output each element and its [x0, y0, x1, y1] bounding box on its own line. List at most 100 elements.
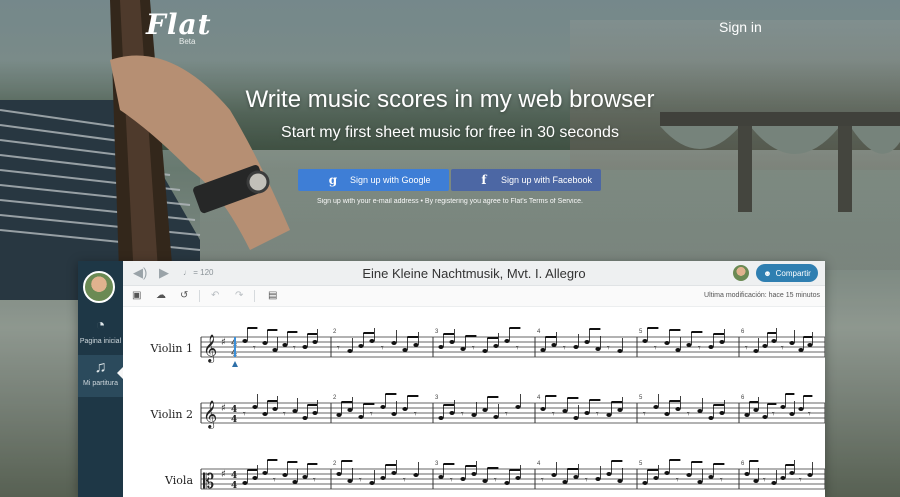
- hero-subline: Start my first sheet music for free in 3…: [281, 124, 619, 141]
- note-head: [493, 415, 499, 419]
- note-head: [789, 412, 795, 416]
- rest-icon: 𝄾: [337, 343, 340, 354]
- rest-icon: 𝄾: [253, 343, 256, 354]
- note-head: [302, 345, 308, 349]
- sidebar-item-label: Pagina inicial: [79, 338, 122, 345]
- note-head: [515, 405, 521, 409]
- note-head: [551, 343, 557, 347]
- note-head: [753, 408, 759, 412]
- note-head: [719, 411, 725, 415]
- collaborator-avatar[interactable]: [733, 265, 749, 281]
- note-head: [708, 475, 714, 479]
- key-signature: ♯: [221, 337, 226, 348]
- note-head: [242, 481, 248, 485]
- note-head: [798, 348, 804, 352]
- note-head: [653, 405, 659, 409]
- logo-wordmark: Flat: [146, 8, 212, 41]
- note-head: [807, 473, 813, 477]
- rest-icon: 𝄾: [450, 475, 453, 486]
- beta-tag: Beta: [179, 37, 196, 46]
- score-staves: 𝄞♯4423456𝄾𝄾𝄾𝄾𝄾𝄾𝄾𝄾𝄾𝄾𝄾𝄾𝄞♯4423456𝄾𝄾𝄾𝄾𝄾𝄾𝄾𝄾𝄾𝄾…: [200, 327, 825, 493]
- rest-icon: 𝄾: [414, 409, 417, 420]
- note-head: [302, 416, 308, 420]
- terms-text[interactable]: Sign up with your e-mail address • By re…: [0, 198, 900, 205]
- rest-icon: 𝄾: [461, 409, 464, 420]
- note-head: [573, 416, 579, 420]
- rest-icon: 𝄾: [781, 343, 784, 354]
- save-icon[interactable]: ▣: [132, 290, 141, 301]
- note-head: [282, 343, 288, 347]
- rest-icon: 𝄾: [563, 343, 566, 354]
- note-head: [358, 415, 364, 419]
- key-signature: ♯: [221, 403, 226, 414]
- note-head: [515, 476, 521, 480]
- note-head: [262, 412, 268, 416]
- redo-icon[interactable]: ↷: [235, 290, 243, 301]
- note-head: [504, 481, 510, 485]
- share-button[interactable]: ☻ Compartir: [756, 264, 818, 282]
- note-head: [744, 472, 750, 476]
- note-head: [540, 407, 546, 411]
- rest-icon: 𝄾: [676, 475, 679, 486]
- note-head: [369, 481, 375, 485]
- rest-icon: 𝄾: [643, 409, 646, 420]
- measure-number: 5: [639, 461, 643, 467]
- note-head: [573, 345, 579, 349]
- note-head: [504, 339, 510, 343]
- note-head: [606, 472, 612, 476]
- rest-icon: 𝄾: [541, 475, 544, 486]
- user-avatar[interactable]: [83, 271, 115, 303]
- editor-topbar: ◀) ▶ ♩ = 120 Eine Kleine Nachtmusik, Mvt…: [123, 261, 825, 286]
- note-head: [242, 339, 248, 343]
- music-note-icon: ♫: [94, 359, 107, 376]
- note-head: [262, 471, 268, 475]
- rest-icon: 𝄾: [763, 475, 766, 486]
- note-head: [789, 341, 795, 345]
- rest-icon: 𝄾: [243, 409, 246, 420]
- score-title[interactable]: Eine Kleine Nachtmusik, Mvt. I. Allegro: [123, 266, 825, 281]
- note-head: [595, 477, 601, 481]
- measure-number: 6: [741, 461, 745, 467]
- history-icon[interactable]: ↺: [180, 290, 188, 301]
- measure-number: 2: [333, 395, 337, 401]
- rest-icon: 𝄾: [381, 343, 384, 354]
- note-head: [708, 345, 714, 349]
- note-head: [347, 408, 353, 412]
- rest-icon: 𝄾: [799, 475, 802, 486]
- measure-number: 2: [333, 329, 337, 335]
- note-head: [482, 479, 488, 483]
- clef-icon: 𝄡: [203, 469, 214, 493]
- note-head: [493, 344, 499, 348]
- note-head: [358, 344, 364, 348]
- note-head: [438, 416, 444, 420]
- sidebar-item-my-score[interactable]: ♫ Mi partitura: [78, 355, 123, 397]
- sign-in-link[interactable]: Sign in: [719, 19, 762, 35]
- editor-toolbar: ▣ ☁ ↺ ↶ ↷ ▤ Ultima modificación: hace 15…: [123, 286, 825, 307]
- score-canvas[interactable]: Violin 1 Violin 2 Viola 𝄞♯4423456𝄾𝄾𝄾𝄾𝄾𝄾𝄾…: [123, 307, 825, 497]
- document-icon[interactable]: ▤: [268, 290, 277, 301]
- editor-preview: ◔ Pagina inicial ♫ Mi partitura ◀) ▶ ♩ =…: [78, 261, 825, 497]
- undo-icon[interactable]: ↶: [211, 290, 219, 301]
- note-head: [617, 479, 623, 483]
- sidebar-item-home[interactable]: ◔ Pagina inicial: [78, 317, 123, 345]
- flat-logo[interactable]: Flat Beta: [146, 8, 212, 47]
- note-head: [606, 413, 612, 417]
- note-head: [664, 341, 670, 345]
- note-head: [312, 411, 318, 415]
- note-head: [762, 415, 768, 419]
- google-signup-button[interactable]: g Sign up with Google: [298, 169, 449, 191]
- note-head: [438, 475, 444, 479]
- note-head: [562, 409, 568, 413]
- rest-icon: 𝄾: [745, 343, 748, 354]
- note-head: [391, 471, 397, 475]
- note-head: [252, 476, 258, 480]
- note-head: [719, 340, 725, 344]
- sidebar-item-label: Mi partitura: [82, 380, 118, 387]
- note-head: [312, 340, 318, 344]
- note-head: [686, 343, 692, 347]
- cloud-download-icon[interactable]: ☁: [156, 290, 166, 301]
- note-head: [798, 407, 804, 411]
- note-head: [336, 413, 342, 417]
- facebook-signup-button[interactable]: f Sign up with Facebook: [451, 169, 601, 191]
- note-head: [402, 407, 408, 411]
